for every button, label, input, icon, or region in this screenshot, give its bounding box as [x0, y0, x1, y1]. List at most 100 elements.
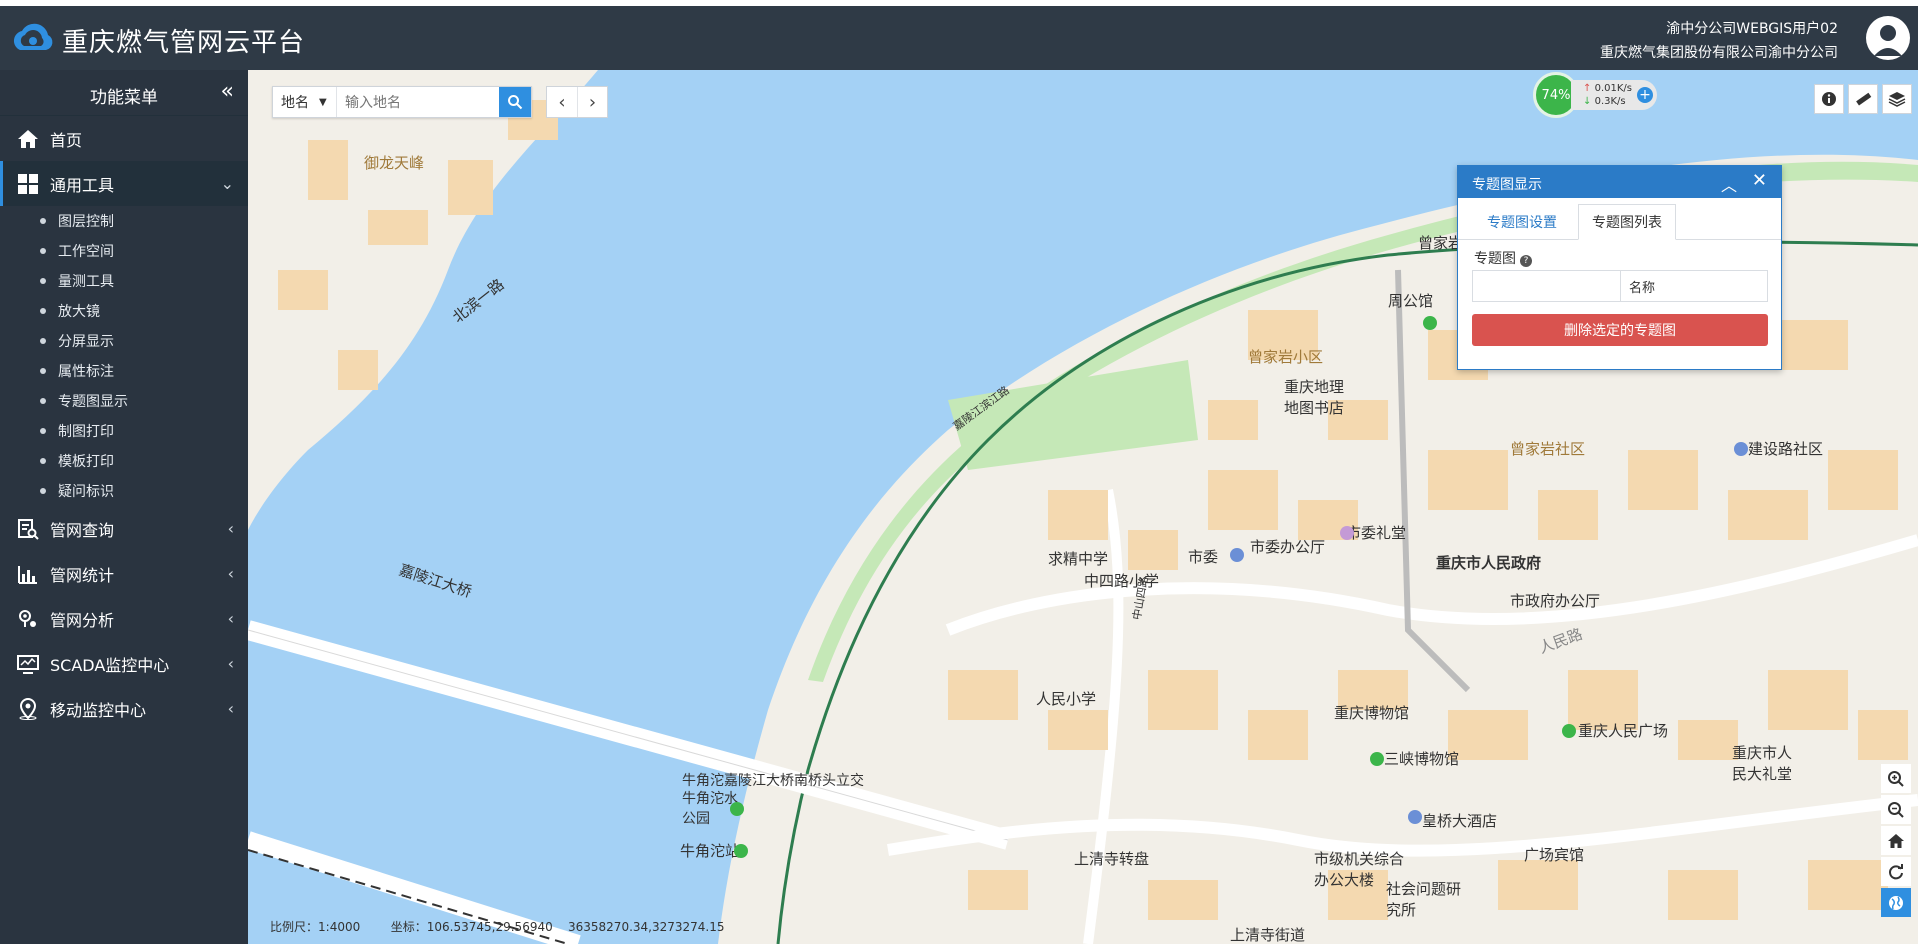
sidebar-item-network-analysis[interactable]: 管网分析 ‹: [0, 596, 248, 641]
zoom-in-button[interactable]: [1881, 764, 1911, 793]
thematic-field-label: 专题图?: [1474, 248, 1532, 268]
station-poi-icon[interactable]: [734, 844, 748, 858]
chevron-left-icon: ‹: [227, 699, 234, 718]
map-status-bar: 比例尺：1:4000 坐标：106.53745,29.56940 3635827…: [270, 918, 725, 935]
layers-button[interactable]: [1882, 84, 1912, 114]
map-label-three-gorges-museum: 三峡博物馆: [1384, 750, 1460, 768]
delete-thematic-button[interactable]: 删除选定的专题图: [1472, 314, 1768, 346]
search-input[interactable]: [337, 87, 499, 117]
chart-icon: [16, 562, 40, 586]
submenu-item-magnifier[interactable]: 放大镜: [0, 296, 248, 326]
menu-title: 功能菜单: [90, 88, 158, 108]
park-poi-icon[interactable]: [730, 802, 744, 816]
search-type-select[interactable]: 地名 ▼: [273, 87, 337, 117]
community-poi-icon[interactable]: [1734, 442, 1748, 456]
tab-thematic-settings[interactable]: 专题图设置: [1466, 204, 1578, 240]
network-speed-widget[interactable]: 74% ↑ 0.01K/s ↓ 0.3K/s +: [1533, 72, 1659, 118]
submenu-label: 疑问标识: [58, 484, 114, 500]
upload-speed-value: 0.01K/s: [1594, 83, 1632, 94]
submenu-label: 分屏显示: [58, 334, 114, 350]
bullet-icon: [40, 458, 46, 464]
home-extent-button[interactable]: [1881, 826, 1911, 855]
search-icon: [508, 95, 523, 110]
search-button[interactable]: [499, 87, 531, 117]
chevron-left-icon: ‹: [227, 519, 234, 538]
map-label-city-government: 重庆市人民政府: [1436, 554, 1542, 572]
help-icon[interactable]: ?: [1520, 255, 1532, 267]
submenu-item-thematic-map[interactable]: 专题图显示: [0, 386, 248, 416]
gov-poi-icon[interactable]: [1230, 548, 1244, 562]
map-label-zengjiayan-community: 曾家岩小区: [1248, 348, 1324, 366]
map-label-zhougong-hall: 周公馆: [1388, 292, 1434, 310]
sidebar-item-label: 管网查询: [50, 520, 115, 540]
map-back-button[interactable]: ‹: [547, 87, 577, 117]
zoom-in-icon: [1888, 770, 1904, 787]
info-icon: [1822, 92, 1836, 106]
zoom-out-button[interactable]: [1881, 795, 1911, 824]
map-history-nav: ‹ ›: [546, 86, 608, 118]
map-label-plaza-hotel: 广场宾馆: [1524, 846, 1585, 864]
tab-thematic-list[interactable]: 专题图列表: [1578, 204, 1676, 240]
coord-label: 坐标：: [390, 920, 427, 934]
info-button[interactable]: [1814, 84, 1844, 114]
refresh-button[interactable]: [1881, 857, 1911, 886]
close-icon[interactable]: ✕: [1752, 170, 1767, 191]
submenu-item-attribute-label[interactable]: 属性标注: [0, 356, 248, 386]
bullet-icon: [40, 218, 46, 224]
ruler-button[interactable]: [1848, 84, 1878, 114]
submenu-label: 图层控制: [58, 214, 114, 230]
sidebar-item-scada[interactable]: SCADA监控中心 ‹: [0, 641, 248, 686]
tools-submenu: 图层控制 工作空间 量测工具 放大镜 分屏显示 属性标注 专题图显示 制图打印 …: [0, 206, 248, 506]
bullet-icon: [40, 428, 46, 434]
sidebar-item-label: SCADA监控中心: [50, 655, 170, 675]
museum-poi-icon[interactable]: [1370, 752, 1384, 766]
submenu-item-template-print[interactable]: 模板打印: [0, 446, 248, 476]
chevron-up-icon[interactable]: ︿: [1721, 172, 1737, 196]
monitor-icon: [16, 652, 40, 676]
sidebar-item-label: 移动监控中心: [50, 700, 147, 720]
sidebar-item-label: 通用工具: [50, 175, 115, 195]
submenu-item-map-print[interactable]: 制图打印: [0, 416, 248, 446]
coord-value: 106.53745,29.56940: [426, 920, 553, 934]
location-icon: [16, 697, 40, 721]
map-label-chongqing-museum: 重庆博物馆: [1334, 704, 1410, 722]
sidebar-item-network-query[interactable]: 管网查询 ‹: [0, 506, 248, 551]
sidebar-item-tools[interactable]: 通用工具 ⌄: [0, 161, 248, 206]
ruler-icon: [1856, 92, 1872, 106]
globe-button[interactable]: [1881, 888, 1911, 917]
sidebar-item-mobile-monitor[interactable]: 移动监控中心 ‹: [0, 686, 248, 731]
chevron-left-icon: ‹: [227, 609, 234, 628]
submenu-label: 属性标注: [58, 364, 114, 380]
user-name: 渝中分公司WEBGIS用户02: [1666, 21, 1838, 37]
plus-icon[interactable]: +: [1637, 87, 1653, 103]
table-checkbox-column[interactable]: [1473, 271, 1621, 301]
sidebar-item-network-stats[interactable]: 管网统计 ‹: [0, 551, 248, 596]
submenu-item-workspace[interactable]: 工作空间: [0, 236, 248, 266]
avatar[interactable]: [1866, 16, 1910, 60]
submenu-item-split-screen[interactable]: 分屏显示: [0, 326, 248, 356]
map-label-peoples-square: 重庆人民广场: [1578, 722, 1669, 740]
square-poi-icon[interactable]: [1562, 724, 1576, 738]
map-forward-button[interactable]: ›: [577, 87, 607, 117]
submenu-item-question-mark[interactable]: 疑问标识: [0, 476, 248, 506]
download-speed-value: 0.3K/s: [1594, 96, 1626, 107]
park-poi-icon[interactable]: [1423, 316, 1437, 330]
map-label-map-bookstore: 重庆地理地图书店: [1284, 378, 1345, 417]
bullet-icon: [40, 338, 46, 344]
map-label-jiansheroad-community: 建设路社区: [1748, 440, 1824, 458]
hotel-poi-icon[interactable]: [1408, 810, 1422, 824]
home-icon: [16, 127, 40, 151]
submenu-item-layer-control[interactable]: 图层控制: [0, 206, 248, 236]
query-icon: [16, 517, 40, 541]
map-label-yulong: 御龙天峰: [364, 154, 425, 172]
user-icon: [1874, 25, 1902, 56]
sidebar-item-label: 管网统计: [50, 565, 115, 585]
grid-icon: [16, 172, 40, 196]
collapse-sidebar-button[interactable]: «: [221, 79, 234, 104]
caret-down-icon: ▼: [319, 96, 327, 108]
sidebar-item-home[interactable]: 首页: [0, 116, 248, 161]
submenu-item-measure[interactable]: 量测工具: [0, 266, 248, 296]
submenu-label: 专题图显示: [58, 394, 128, 410]
auditorium-poi-icon[interactable]: [1340, 526, 1354, 540]
company-name: 重庆燃气集团股份有限公司渝中分公司: [1600, 45, 1838, 61]
